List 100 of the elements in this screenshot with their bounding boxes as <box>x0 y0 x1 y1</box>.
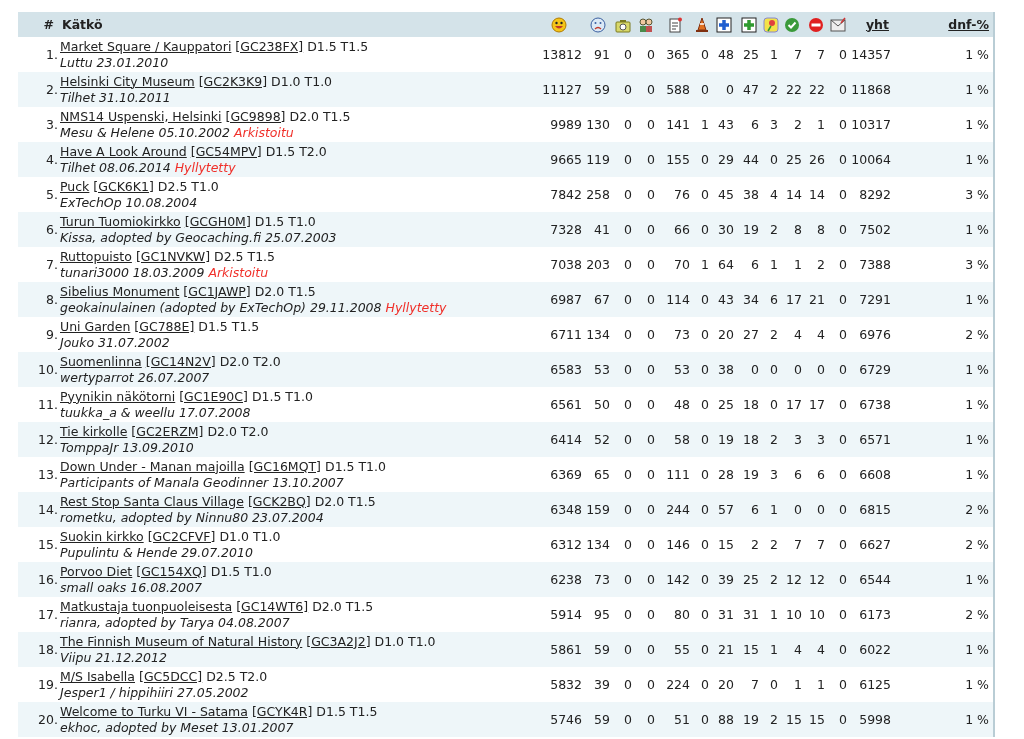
cache-code-link[interactable]: [GC54MPV] <box>190 143 262 159</box>
cache-code-link[interactable]: [GC1NVKW] <box>135 248 211 264</box>
count-value: 0 <box>647 466 655 482</box>
cache-name-link[interactable]: Helsinki City Museum <box>60 73 195 89</box>
count-value: 0 <box>647 186 655 202</box>
count-value: 6414 <box>550 431 582 447</box>
cache-name-link[interactable]: Uni Garden <box>60 318 131 334</box>
count-value: 39 <box>718 571 734 587</box>
difficulty-terrain: D2.0 T2.0 <box>207 423 269 439</box>
cache-name-link[interactable]: The Finnish Museum of Natural History <box>60 633 303 649</box>
dnf-percent: 1 % <box>965 116 989 132</box>
total-value: 6173 <box>859 606 891 622</box>
cache-name-link[interactable]: Tie kirkolle <box>60 423 128 439</box>
count-value: 159 <box>586 501 610 517</box>
column-header: # <box>43 16 54 32</box>
cache-code-link[interactable]: [GCK6K1] <box>93 178 154 194</box>
cache-name-link[interactable]: Pyynikin näkötorni <box>60 388 176 404</box>
cache-code-link[interactable]: [GC14N2V] <box>145 353 216 369</box>
cache-code-link[interactable]: [GCYK4R] <box>251 703 313 719</box>
owner-date: small oaks 16.08.2007 <box>60 579 202 595</box>
count-value: 0 <box>839 256 847 272</box>
dnf-percent: 1 % <box>965 711 989 727</box>
total-value: 14357 <box>851 46 891 62</box>
count-value: 51 <box>674 711 690 727</box>
cache-code-link[interactable]: [GC1E90C] <box>179 388 248 404</box>
count-value: 9989 <box>550 116 582 132</box>
count-value: 588 <box>666 81 690 97</box>
count-value: 146 <box>666 536 690 552</box>
count-value: 34 <box>743 291 759 307</box>
count-value: 0 <box>647 431 655 447</box>
cache-code-link[interactable]: [GC238FX] <box>235 38 304 54</box>
sort-link[interactable]: yht <box>865 16 889 32</box>
count-value: 57 <box>718 501 734 517</box>
count-value: 59 <box>594 711 610 727</box>
count-value: 88 <box>718 711 734 727</box>
count-value: 6583 <box>550 361 582 377</box>
rank-number: 6. <box>46 221 58 237</box>
cache-name-link[interactable]: Market Square / Kauppatori <box>60 38 232 54</box>
cache-code-link[interactable]: [GC1JAWP] <box>183 283 251 299</box>
count-value: 0 <box>647 641 655 657</box>
count-value: 0 <box>701 186 709 202</box>
count-value: 76 <box>674 186 690 202</box>
cache-name-link[interactable]: Ruttopuisto <box>60 248 132 264</box>
cache-code-link[interactable]: [GC2ERZM] <box>131 423 204 439</box>
dnf-percent: 1 % <box>965 81 989 97</box>
count-value: 0 <box>839 151 847 167</box>
difficulty-terrain: D1.5 T1.5 <box>316 703 378 719</box>
cache-name-link[interactable]: Rest Stop Santa Claus Village <box>60 493 244 509</box>
count-value: 0 <box>770 676 778 692</box>
count-value: 0 <box>794 361 802 377</box>
cache-name-link[interactable]: Matkustaja tuonpuoleisesta <box>60 598 233 614</box>
count-value: 7 <box>751 676 759 692</box>
cache-name-link[interactable]: Suomenlinna <box>60 353 142 369</box>
count-value: 6348 <box>550 501 582 517</box>
cache-code-link[interactable]: [GCK2BQ] <box>247 493 311 509</box>
cache-code-link[interactable]: [GC2CFVF] <box>147 528 216 544</box>
cache-code-link[interactable]: [GC14WT6] <box>236 598 309 614</box>
count-value: 0 <box>701 396 709 412</box>
rank-number: 14. <box>38 501 58 517</box>
count-value: 0 <box>647 711 655 727</box>
column-header: Kätkö <box>62 16 103 32</box>
cache-code-link[interactable]: [GC9898] <box>225 108 286 124</box>
count-value: 19 <box>718 431 734 447</box>
count-value: 130 <box>586 116 610 132</box>
count-value: 65 <box>594 466 610 482</box>
cache-name-link[interactable]: Suokin kirkko <box>60 528 144 544</box>
cache-code-link[interactable]: [GC16MQT] <box>248 458 321 474</box>
count-value: 0 <box>701 571 709 587</box>
cache-code-link[interactable]: [GC2K3K9] <box>198 73 268 89</box>
cache-code-link[interactable]: [GC5DCC] <box>139 668 203 684</box>
count-value: 6369 <box>550 466 582 482</box>
count-value: 0 <box>624 606 632 622</box>
cache-code-link[interactable]: [GCGH0M] <box>184 213 251 229</box>
sort-link[interactable]: dnf-% <box>948 16 989 32</box>
cache-name-link[interactable]: M/S Isabella <box>60 668 135 684</box>
status-label: Hyllytetty <box>174 159 236 175</box>
owner-date: Luttu 23.01.2010 <box>60 54 169 70</box>
cache-name-link[interactable]: Sibelius Monument <box>60 283 180 299</box>
cache-name-link[interactable]: Have A Look Around <box>60 143 187 159</box>
cache-name-link[interactable]: Down Under - Manan majoilla <box>60 458 245 474</box>
count-value: 2 <box>770 326 778 342</box>
cache-name-link[interactable]: Porvoo Diet <box>60 563 133 579</box>
cache-code-link[interactable]: [GC154XQ] <box>136 563 207 579</box>
cache-name-link[interactable]: Turun Tuomiokirkko <box>60 213 181 229</box>
count-value: 59 <box>594 81 610 97</box>
dnf-percent: 1 % <box>965 676 989 692</box>
count-value: 52 <box>594 431 610 447</box>
difficulty-terrain: D1.0 T1.0 <box>271 73 333 89</box>
count-value: 5746 <box>550 711 582 727</box>
cache-name-link[interactable]: Puck <box>60 178 90 194</box>
owner-date: Pupulintu & Hende 29.07.2010 <box>60 544 253 560</box>
cache-code-link[interactable]: [GC788E] <box>134 318 195 334</box>
count-value: 0 <box>701 151 709 167</box>
cache-name-link[interactable]: NMS14 Uspenski, Helsinki <box>60 108 222 124</box>
cache-name-link[interactable]: Welcome to Turku VI - Satama <box>60 703 248 719</box>
cache-code-link[interactable]: [GC3A2J2] <box>306 633 371 649</box>
count-value: 0 <box>839 221 847 237</box>
count-value: 13812 <box>542 46 582 62</box>
owner-date: Jesper1 / hippihiiri 27.05.2002 <box>60 684 249 700</box>
count-value: 48 <box>674 396 690 412</box>
